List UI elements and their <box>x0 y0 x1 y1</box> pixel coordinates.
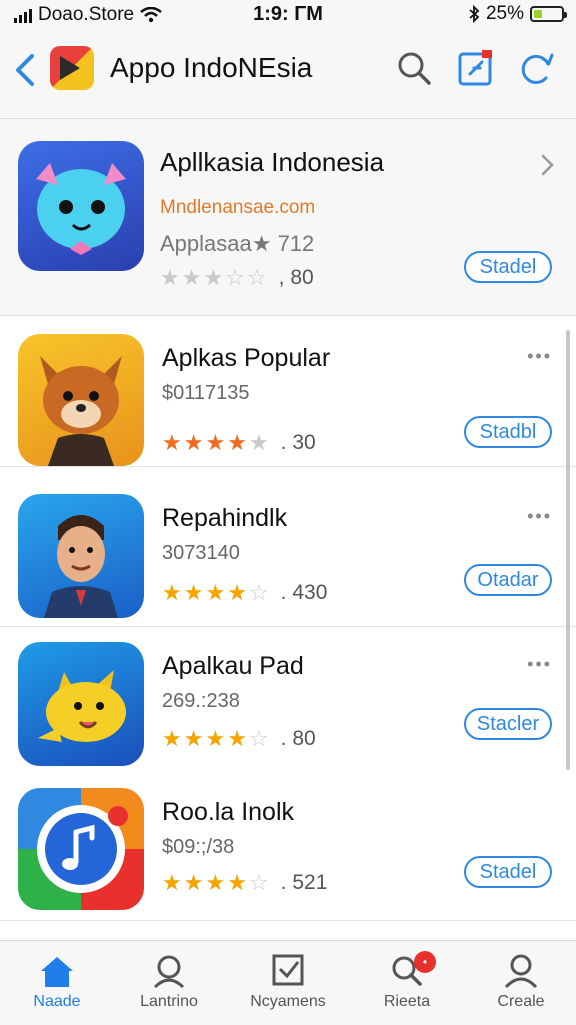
star-icon: ☆ <box>225 265 245 290</box>
search-icon[interactable] <box>394 48 434 88</box>
battery-icon <box>530 6 567 22</box>
get-button[interactable]: Stacler <box>464 708 552 740</box>
status-right: 25% <box>468 3 567 25</box>
get-button[interactable]: Stadel <box>464 251 552 283</box>
tab-label: Ncyamens <box>250 993 326 1010</box>
more-options-icon[interactable]: ••• <box>527 654 552 675</box>
app-rating: ★ ★ ★ ★ ☆ . 80 <box>162 726 316 752</box>
app-price: $0117135 <box>162 382 250 404</box>
get-button[interactable]: Otadar <box>464 564 552 596</box>
star-icon: ★ <box>162 870 182 895</box>
more-options-icon[interactable]: ••• <box>527 346 552 367</box>
star-icon: ★ <box>248 430 269 455</box>
app-title[interactable]: Aplkas Popular <box>162 344 330 373</box>
rating-count: . 30 <box>280 431 316 454</box>
tab-lantrino[interactable]: Lantrino <box>114 947 224 1023</box>
star-icon: ☆ <box>248 726 269 751</box>
more-options-icon[interactable]: ••• <box>527 506 552 527</box>
app-rating: ★ ★ ★ ★ ☆ . 521 <box>162 870 327 896</box>
star-icon: ★ <box>183 430 204 455</box>
back-chevron-icon[interactable] <box>12 50 40 90</box>
app-list-item[interactable]: Aplkas Popular $0117135 ••• ★ ★ ★ ★ ★ . 30 S… <box>0 320 576 467</box>
star-icon: ★ <box>205 870 225 895</box>
get-button[interactable]: Stadbl <box>464 416 552 448</box>
tab-label: Creale <box>497 993 545 1010</box>
star-icon: ★ <box>205 580 225 605</box>
app-logo <box>50 46 94 90</box>
star-icon: ★ <box>181 265 202 290</box>
tab-rieeta[interactable]: • Rieeta <box>352 947 462 1023</box>
app-price: 269.:238 <box>162 690 240 712</box>
star-icon: ★ <box>227 580 247 605</box>
person-search-icon <box>153 955 185 989</box>
tab-label: Lantrino <box>140 993 198 1010</box>
star-icon: ★ <box>227 430 247 455</box>
star-icon: ☆ <box>248 580 269 605</box>
rating-count: . 521 <box>280 871 328 894</box>
status-bar: Doao.Store 1:9: ΓM 25% <box>0 0 576 28</box>
navigation-bar: Appo IndoNEsia <box>0 28 576 119</box>
star-icon: ★ <box>183 580 204 605</box>
star-icon: ★ <box>227 726 247 751</box>
star-icon: ★ <box>162 580 182 605</box>
rating-count: . 430 <box>280 581 328 604</box>
star-icon: ★ <box>227 870 247 895</box>
featured-rating: ★ ★ ★ ☆ ☆ , 80 <box>160 265 314 291</box>
get-button[interactable]: Stadel <box>464 856 552 888</box>
app-icon <box>18 788 144 910</box>
app-price: 3073140 <box>162 542 240 564</box>
app-rating: ★ ★ ★ ★ ☆ . 430 <box>162 580 327 606</box>
star-icon: ☆ <box>248 870 269 895</box>
app-icon <box>18 494 144 618</box>
star-icon: ★ <box>183 870 204 895</box>
featured-app-icon <box>18 141 144 271</box>
tab-label: Rieeta <box>383 993 431 1010</box>
edit-icon[interactable] <box>456 48 496 88</box>
battery-percent: 25% <box>485 3 524 24</box>
home-icon <box>41 957 73 987</box>
app-list-item[interactable]: Roo.la Inolk $09:;/38 ★ ★ ★ ★ ☆ . 521 Stadel <box>0 774 576 921</box>
app-title[interactable]: Roo.la Inolk <box>162 798 294 827</box>
tab-label: Naade <box>33 993 81 1010</box>
featured-app-meta: Applasaa★ 712 <box>160 231 315 256</box>
star-icon: ★ <box>162 726 182 751</box>
app-icon <box>18 334 144 466</box>
tab-bar: Naade Lantrino Ncyamens • Rieeta Creale <box>0 940 576 1025</box>
chevron-right-icon[interactable] <box>540 153 556 177</box>
featured-app-title[interactable]: Apllkasia Indonesia <box>160 147 384 178</box>
star-icon: ☆ <box>246 265 267 290</box>
app-price: $09:;/38 <box>162 836 235 858</box>
app-icon <box>18 642 144 766</box>
star-icon: ★ <box>162 430 182 455</box>
checkbox-icon <box>272 954 304 986</box>
app-list-item[interactable]: Apalkau Pad 269.:238 ••• ★ ★ ★ ★ ☆ . 80 Stac… <box>0 628 576 775</box>
tab-ncyamens[interactable]: Ncyamens <box>233 947 343 1023</box>
rating-count: , 80 <box>278 266 314 289</box>
rating-count: . 80 <box>280 727 316 750</box>
star-icon: ★ <box>205 726 225 751</box>
bluetooth-icon <box>469 5 480 23</box>
tab-creale[interactable]: Creale <box>466 947 576 1023</box>
app-rating: ★ ★ ★ ★ ★ . 30 <box>162 430 316 456</box>
star-icon: ★ <box>203 265 223 290</box>
star-icon: ★ <box>205 430 225 455</box>
tab-home[interactable]: Naade <box>2 947 112 1023</box>
star-icon: ★ <box>160 265 180 290</box>
app-list-item[interactable]: Repahindlk 3073140 ••• ★ ★ ★ ★ ☆ . 430 Otada… <box>0 480 576 627</box>
app-title[interactable]: Repahindlk <box>162 504 287 533</box>
star-icon: ★ <box>183 726 204 751</box>
featured-app-website[interactable]: Mndlenansae.com <box>160 197 315 219</box>
refresh-icon[interactable] <box>516 48 556 88</box>
app-title[interactable]: Apalkau Pad <box>162 652 304 681</box>
notification-badge: • <box>414 951 436 973</box>
featured-app-card[interactable]: Apllkasia Indonesia Mndlenansae.com Appl… <box>0 119 576 316</box>
profile-icon <box>504 954 538 989</box>
scrollbar[interactable] <box>566 330 570 770</box>
page-title: Appo IndoNEsia <box>110 52 313 83</box>
